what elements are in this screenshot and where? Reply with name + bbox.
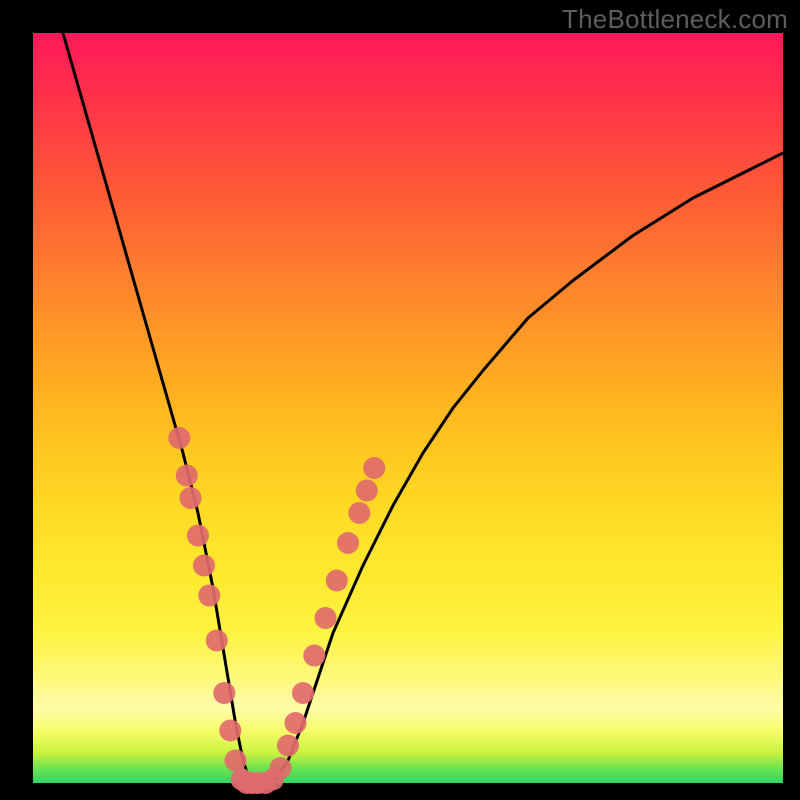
plot-area [33, 33, 783, 783]
watermark-text: TheBottleneck.com [562, 4, 788, 35]
outer-frame: TheBottleneck.com [0, 0, 800, 800]
curve-line [63, 33, 783, 783]
chart-svg [33, 33, 783, 783]
marker-dots [168, 427, 385, 794]
